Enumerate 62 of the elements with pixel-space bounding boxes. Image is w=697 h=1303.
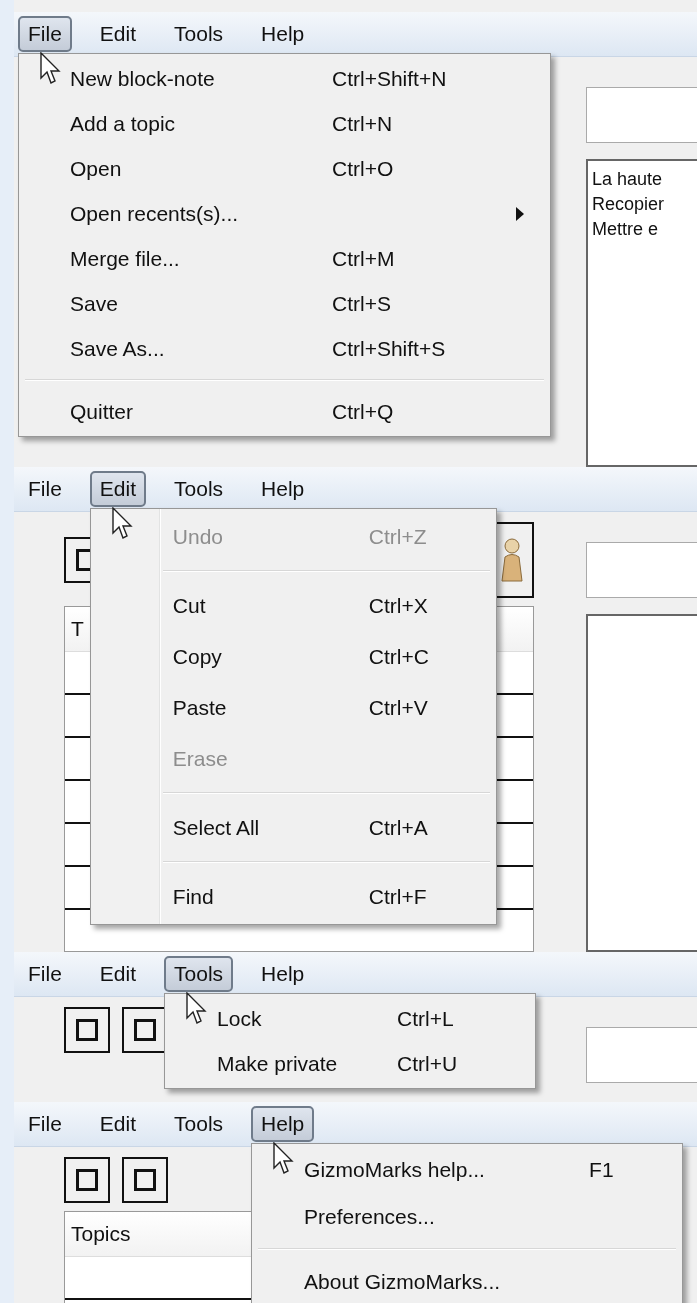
menu-bar-item[interactable]: Help [251,956,315,992]
menu-item[interactable]: About GizmoMarks... [252,1258,683,1303]
menu-item[interactable]: Open Ctrl+O [19,146,550,191]
menu-bar-item[interactable]: File [18,16,72,52]
shortcut-text: Ctrl+N [332,111,393,136]
shortcut-text: Ctrl+Shift+S [332,336,446,361]
menu-bar-item[interactable]: Edit [89,956,147,992]
menu-bar-item[interactable]: Edit [89,1106,147,1142]
menu-item[interactable]: Find Ctrl+F [90,871,496,922]
menu-bar-item[interactable]: Tools [164,956,234,992]
square-button[interactable] [64,1157,110,1203]
shortcut-text: Ctrl+L [397,1006,454,1031]
menu-bar-item[interactable]: File [18,1106,72,1142]
menu-item[interactable]: Paste Ctrl+V [90,682,496,733]
square-icon [134,1019,156,1041]
menu-bar-item[interactable]: Help [251,471,315,507]
menu-item[interactable]: Quitter Ctrl+Q [19,389,550,434]
square-button[interactable] [122,1157,168,1203]
menu-bar-item[interactable]: Tools [164,16,234,52]
note-line: La haute [592,168,664,191]
menu-item[interactable]: Add a topic Ctrl+N [19,101,550,146]
shortcut-text: Ctrl+M [332,246,395,271]
menu-item[interactable]: New block-note Ctrl+Shift+N [19,56,550,101]
menu-bar-item[interactable]: Edit [89,471,147,507]
cursor-icon [273,1142,296,1176]
square-button[interactable] [64,1007,110,1053]
shortcut-text: Ctrl+F [368,884,427,909]
menu-bar-item[interactable]: File [18,471,72,507]
shortcut-text: Ctrl+A [368,815,428,840]
menu-bar-item[interactable]: File [18,956,72,992]
shortcut-text: Ctrl+Shift+N [332,66,447,91]
square-icon [76,1019,98,1041]
shortcut-text: Ctrl+S [332,291,391,316]
note-line: Recopier [592,193,666,216]
cursor-icon [40,52,62,86]
menu-item[interactable]: Make private Ctrl+U [165,1041,536,1086]
menu-item[interactable]: Open recents(s)... [19,191,550,236]
menu-bar-item[interactable]: Edit [89,16,147,52]
menu-bar-item[interactable]: Tools [164,1106,234,1142]
shortcut-text: Ctrl+U [397,1051,458,1076]
square-icon [76,1169,98,1191]
menu-bar-item[interactable]: Help [251,1106,315,1142]
shortcut-text: Ctrl+Z [368,524,427,549]
menu-item[interactable]: Save Ctrl+S [19,281,550,326]
menu-item[interactable]: Select All Ctrl+A [90,802,496,853]
shortcut-text: Ctrl+V [368,695,428,720]
cursor-icon [186,992,209,1026]
shortcut-text: Ctrl+O [332,156,394,181]
figure-icon [501,538,523,582]
menu-bar-item[interactable]: Tools [164,471,234,507]
shortcut-text: F1 [589,1157,614,1182]
menu-bar-item[interactable]: Help [251,16,315,52]
square-icon [134,1169,156,1191]
menu-item[interactable]: Lock Ctrl+L [165,996,536,1041]
menu-item[interactable]: Save As... Ctrl+Shift+S [19,326,550,371]
submenu-arrow-icon [516,206,524,221]
note-line: Mettre e [592,218,660,241]
note-area[interactable]: La haute Recopier Mettre e [586,159,697,467]
menu-item[interactable]: GizmoMarks help... F1 [252,1146,683,1193]
cursor-icon [111,507,134,541]
shortcut-text: Ctrl+Q [332,399,394,424]
menu-item[interactable]: Merge file... Ctrl+M [19,236,550,281]
